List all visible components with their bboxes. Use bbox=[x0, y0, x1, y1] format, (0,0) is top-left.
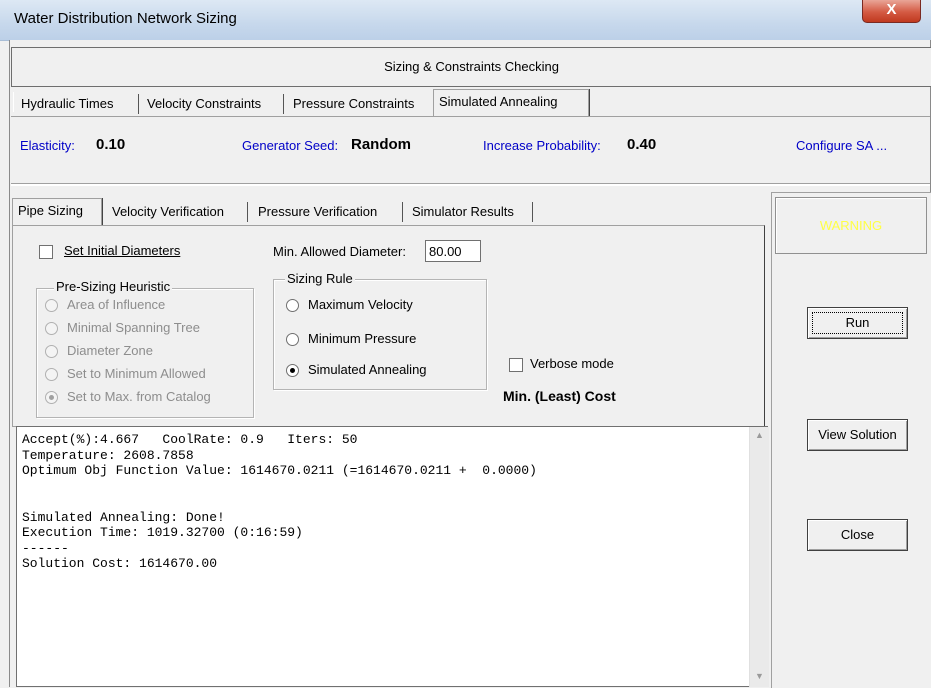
tab-separator bbox=[283, 94, 284, 114]
tab-pressure-verification[interactable]: Pressure Verification bbox=[252, 200, 383, 224]
elasticity-label: Elasticity: bbox=[20, 138, 75, 153]
minimum-pressure-label: Minimum Pressure bbox=[308, 331, 417, 346]
log-line: Accept(%):4.667 CoolRate: 0.9 Iters: 50 bbox=[22, 432, 358, 447]
tab-pressure-constraints[interactable]: Pressure Constraints bbox=[287, 92, 420, 116]
inner-tab-strip: Pipe Sizing Velocity Verification Pressu… bbox=[12, 198, 552, 226]
seed-label: Generator Seed: bbox=[242, 138, 339, 153]
tab-simulated-annealing[interactable]: Simulated Annealing bbox=[433, 89, 589, 117]
increase-probability-label: Increase Probability: bbox=[483, 138, 601, 153]
output-scrollbar[interactable]: ▲ ▼ bbox=[749, 427, 769, 687]
log-line: Simulated Annealing: Done! bbox=[22, 509, 225, 525]
output-log[interactable]: Accept(%):4.667 CoolRate: 0.9 Iters: 50 … bbox=[16, 426, 768, 687]
area-of-influence-label: Area of Influence bbox=[67, 297, 166, 312]
window-close-button[interactable]: X bbox=[862, 0, 921, 23]
log-line: Solution Cost: 1614670.00 bbox=[22, 556, 218, 571]
verbose-mode-checkbox[interactable] bbox=[509, 358, 523, 372]
set-initial-diameters-label: Set Initial Diameters bbox=[64, 243, 181, 258]
set-to-minimum-label: Set to Minimum Allowed bbox=[67, 366, 206, 381]
tab-separator bbox=[402, 202, 403, 222]
min-diameter-label: Min. Allowed Diameter: bbox=[273, 244, 406, 259]
scroll-down-arrow-icon[interactable]: ▼ bbox=[750, 671, 769, 681]
minimum-pressure-radio[interactable] bbox=[286, 333, 299, 346]
diameter-zone-label: Diameter Zone bbox=[67, 343, 153, 358]
maximum-velocity-radio[interactable] bbox=[286, 299, 299, 312]
configure-sa-link[interactable]: Configure SA ... bbox=[796, 138, 887, 153]
log-line: Execution Time: 1019.32700 (0:16:59) bbox=[22, 525, 303, 540]
close-button[interactable]: Close bbox=[807, 519, 908, 551]
simulated-annealing-radio[interactable] bbox=[286, 364, 299, 377]
top-tab-strip: Hydraulic Times Velocity Constraints Pre… bbox=[11, 89, 930, 117]
cost-label: Min. (Least) Cost bbox=[503, 388, 616, 404]
scroll-up-arrow-icon[interactable]: ▲ bbox=[750, 430, 769, 440]
tab-velocity-verification[interactable]: Velocity Verification bbox=[106, 200, 230, 224]
view-solution-button[interactable]: View Solution bbox=[807, 419, 908, 451]
verbose-mode-label: Verbose mode bbox=[530, 356, 614, 371]
section-header: Sizing & Constraints Checking bbox=[11, 47, 931, 87]
seed-value: Random bbox=[351, 136, 411, 153]
set-to-max-catalog-label: Set to Max. from Catalog bbox=[67, 389, 211, 404]
log-line: Optimum Obj Function Value: 1614670.0211… bbox=[22, 463, 537, 478]
sa-parameters-panel: Elasticity: 0.10 Generator Seed: Random … bbox=[11, 117, 930, 183]
run-button[interactable]: Run bbox=[807, 307, 908, 339]
elasticity-value: 0.10 bbox=[96, 136, 126, 153]
area-of-influence-radio[interactable] bbox=[45, 299, 58, 312]
tab-pipe-sizing[interactable]: Pipe Sizing bbox=[12, 198, 102, 226]
set-to-minimum-radio[interactable] bbox=[45, 368, 58, 381]
output-log-text: Accept(%):4.667 CoolRate: 0.9 Iters: 50 … bbox=[22, 432, 537, 572]
sizing-rule-title: Sizing Rule bbox=[285, 271, 355, 286]
divider bbox=[11, 183, 930, 186]
minimal-spanning-tree-label: Minimal Spanning Tree bbox=[67, 320, 200, 335]
warning-indicator: WARNING bbox=[775, 197, 927, 254]
window-title: Water Distribution Network Sizing bbox=[14, 10, 237, 27]
set-to-max-catalog-radio[interactable] bbox=[45, 391, 58, 404]
focus-rect bbox=[812, 312, 903, 334]
simulated-annealing-label: Simulated Annealing bbox=[308, 362, 427, 377]
min-diameter-input[interactable]: 80.00 bbox=[425, 240, 481, 262]
tab-separator bbox=[532, 202, 533, 222]
tab-velocity-constraints[interactable]: Velocity Constraints bbox=[141, 92, 267, 116]
tab-separator bbox=[138, 94, 139, 114]
tab-separator bbox=[247, 202, 248, 222]
log-line: ------ bbox=[22, 540, 69, 556]
tab-simulator-results[interactable]: Simulator Results bbox=[406, 200, 520, 224]
diameter-zone-radio[interactable] bbox=[45, 345, 58, 358]
tab-hydraulic-times[interactable]: Hydraulic Times bbox=[15, 92, 119, 116]
minimal-spanning-tree-radio[interactable] bbox=[45, 322, 58, 335]
increase-probability-value: 0.40 bbox=[627, 136, 657, 153]
pre-sizing-heuristic-title: Pre-Sizing Heuristic bbox=[54, 279, 173, 294]
maximum-velocity-label: Maximum Velocity bbox=[308, 297, 413, 312]
set-initial-diameters-checkbox[interactable] bbox=[39, 245, 53, 259]
log-line: Temperature: 2608.7858 bbox=[22, 447, 194, 463]
